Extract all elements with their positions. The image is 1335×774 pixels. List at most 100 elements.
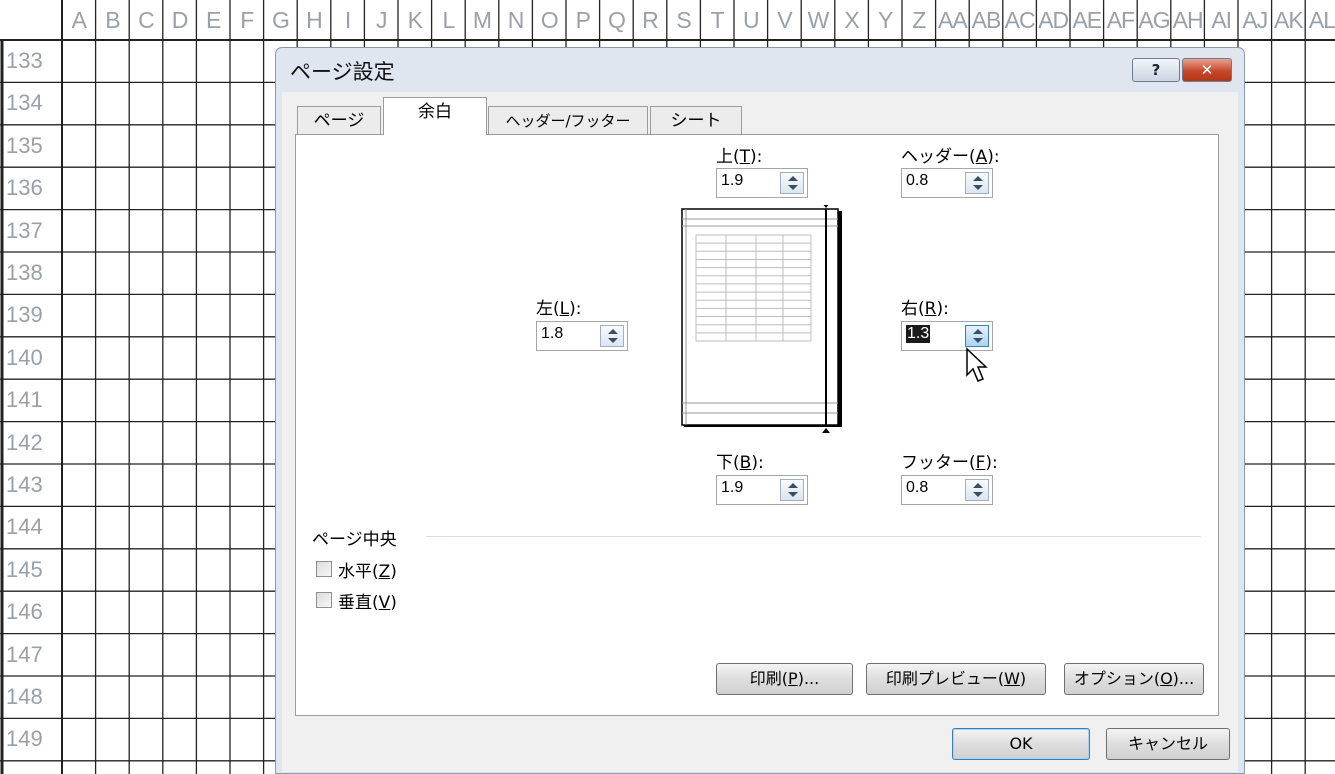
spin-arrows-icon[interactable]	[965, 172, 989, 194]
row-header-135[interactable]: 135	[0, 133, 60, 175]
column-header-ag[interactable]: AG	[1137, 2, 1171, 38]
column-header-y[interactable]: Y	[868, 2, 902, 38]
column-header-z[interactable]: Z	[902, 2, 936, 38]
row-header-144[interactable]: 144	[0, 514, 60, 556]
spin-arrows-icon[interactable]	[965, 479, 989, 501]
bottom-margin-label: 下(B):	[716, 453, 764, 473]
tab-label: シート	[670, 111, 722, 131]
spin-arrows-icon[interactable]	[600, 325, 624, 347]
spin-arrows-icon[interactable]	[965, 325, 989, 347]
help-button[interactable]: ?	[1132, 58, 1180, 82]
column-header-p[interactable]: P	[566, 2, 600, 38]
row-header-148[interactable]: 148	[0, 684, 60, 726]
tab-sheet[interactable]: シート	[650, 106, 742, 134]
column-header-al[interactable]: AL	[1305, 2, 1335, 38]
bottom-margin-spinner[interactable]: 1.9	[716, 475, 808, 505]
column-header-e[interactable]: E	[196, 2, 230, 38]
dialog-titlebar[interactable]: ページ設定 ? ✕	[276, 48, 1244, 92]
top-margin-label: 上(T):	[716, 147, 763, 167]
tab-label: ヘッダー/フッター	[505, 112, 631, 130]
spin-arrows-icon[interactable]	[780, 479, 804, 501]
column-header-w[interactable]: W	[801, 2, 835, 38]
dialog-title: ページ設定	[290, 60, 395, 84]
column-header-x[interactable]: X	[835, 2, 869, 38]
row-header-141[interactable]: 141	[0, 387, 60, 429]
column-header-ae[interactable]: AE	[1070, 2, 1104, 38]
cancel-button[interactable]: キャンセル	[1106, 728, 1230, 760]
spin-arrows-icon[interactable]	[780, 172, 804, 194]
top-margin-spinner[interactable]: 1.9	[716, 168, 808, 198]
row-header-140[interactable]: 140	[0, 345, 60, 387]
row-header-146[interactable]: 146	[0, 599, 60, 641]
left-margin-spinner[interactable]: 1.8	[536, 321, 628, 351]
column-header-v[interactable]: V	[768, 2, 802, 38]
column-header-u[interactable]: U	[734, 2, 768, 38]
tab-label: ページ	[313, 111, 365, 131]
center-horizontal-checkbox[interactable]	[316, 561, 332, 577]
tab-header-footer[interactable]: ヘッダー/フッター	[488, 106, 648, 134]
row-header-142[interactable]: 142	[0, 430, 60, 472]
print-preview-button[interactable]: 印刷プレビュー(W)	[866, 663, 1046, 695]
column-header-g[interactable]: G	[264, 2, 298, 38]
column-header-c[interactable]: C	[129, 2, 163, 38]
column-header-s[interactable]: S	[667, 2, 701, 38]
column-header-a[interactable]: A	[62, 2, 96, 38]
header-margin-spinner[interactable]: 0.8	[901, 168, 993, 198]
column-header-ab[interactable]: AB	[969, 2, 1003, 38]
row-header-139[interactable]: 139	[0, 302, 60, 344]
column-header-aa[interactable]: AA	[936, 2, 970, 38]
row-header-147[interactable]: 147	[0, 642, 60, 684]
mouse-pointer-icon	[966, 347, 988, 382]
help-icon: ?	[1151, 61, 1161, 79]
bottom-margin-value[interactable]: 1.9	[721, 479, 743, 497]
center-vertical-label[interactable]: 垂直(V)	[338, 588, 397, 613]
column-header-i[interactable]: I	[331, 2, 365, 38]
row-header-137[interactable]: 137	[0, 218, 60, 260]
row-header-143[interactable]: 143	[0, 472, 60, 514]
options-button[interactable]: オプション(O)...	[1064, 663, 1204, 695]
right-margin-value[interactable]: 1.3	[906, 325, 931, 343]
column-header-j[interactable]: J	[364, 2, 398, 38]
right-margin-label: 右(R):	[901, 299, 949, 319]
column-header-ak[interactable]: AK	[1272, 2, 1306, 38]
row-header-133[interactable]: 133	[0, 48, 60, 90]
left-margin-label: 左(L):	[536, 299, 582, 319]
row-header-136[interactable]: 136	[0, 175, 60, 217]
close-button[interactable]: ✕	[1182, 58, 1232, 82]
row-header-134[interactable]: 134	[0, 90, 60, 132]
column-header-ad[interactable]: AD	[1036, 2, 1070, 38]
row-header-138[interactable]: 138	[0, 260, 60, 302]
center-vertical-checkbox[interactable]	[316, 592, 332, 608]
column-header-aj[interactable]: AJ	[1238, 2, 1272, 38]
page-preview-icon	[681, 205, 842, 433]
column-header-r[interactable]: R	[633, 2, 667, 38]
column-header-t[interactable]: T	[700, 2, 734, 38]
footer-margin-value[interactable]: 0.8	[906, 479, 928, 497]
tab-margins[interactable]: 余白	[383, 97, 487, 135]
column-header-k[interactable]: K	[398, 2, 432, 38]
row-header-149[interactable]: 149	[0, 726, 60, 768]
column-header-o[interactable]: O	[532, 2, 566, 38]
header-margin-value[interactable]: 0.8	[906, 172, 928, 190]
column-header-q[interactable]: Q	[600, 2, 634, 38]
margins-tab-panel: 上(T): 1.9 ヘッダー(A): 0.8 左(L): 1.8 右(R): 1…	[295, 134, 1219, 716]
column-header-m[interactable]: M	[465, 2, 499, 38]
column-header-n[interactable]: N	[499, 2, 533, 38]
left-margin-value[interactable]: 1.8	[541, 325, 563, 343]
column-header-b[interactable]: B	[96, 2, 130, 38]
top-margin-value[interactable]: 1.9	[721, 172, 743, 190]
column-header-ai[interactable]: AI	[1204, 2, 1238, 38]
ok-button[interactable]: OK	[952, 728, 1090, 760]
footer-margin-spinner[interactable]: 0.8	[901, 475, 993, 505]
tab-page[interactable]: ページ	[297, 106, 381, 134]
column-header-h[interactable]: H	[297, 2, 331, 38]
column-header-af[interactable]: AF	[1104, 2, 1138, 38]
row-header-145[interactable]: 145	[0, 557, 60, 599]
column-header-d[interactable]: D	[163, 2, 197, 38]
center-horizontal-label[interactable]: 水平(Z)	[338, 557, 397, 582]
column-header-l[interactable]: L	[432, 2, 466, 38]
column-header-ac[interactable]: AC	[1003, 2, 1037, 38]
column-header-ah[interactable]: AH	[1171, 2, 1205, 38]
column-header-f[interactable]: F	[230, 2, 264, 38]
print-button[interactable]: 印刷(P)...	[716, 663, 853, 695]
